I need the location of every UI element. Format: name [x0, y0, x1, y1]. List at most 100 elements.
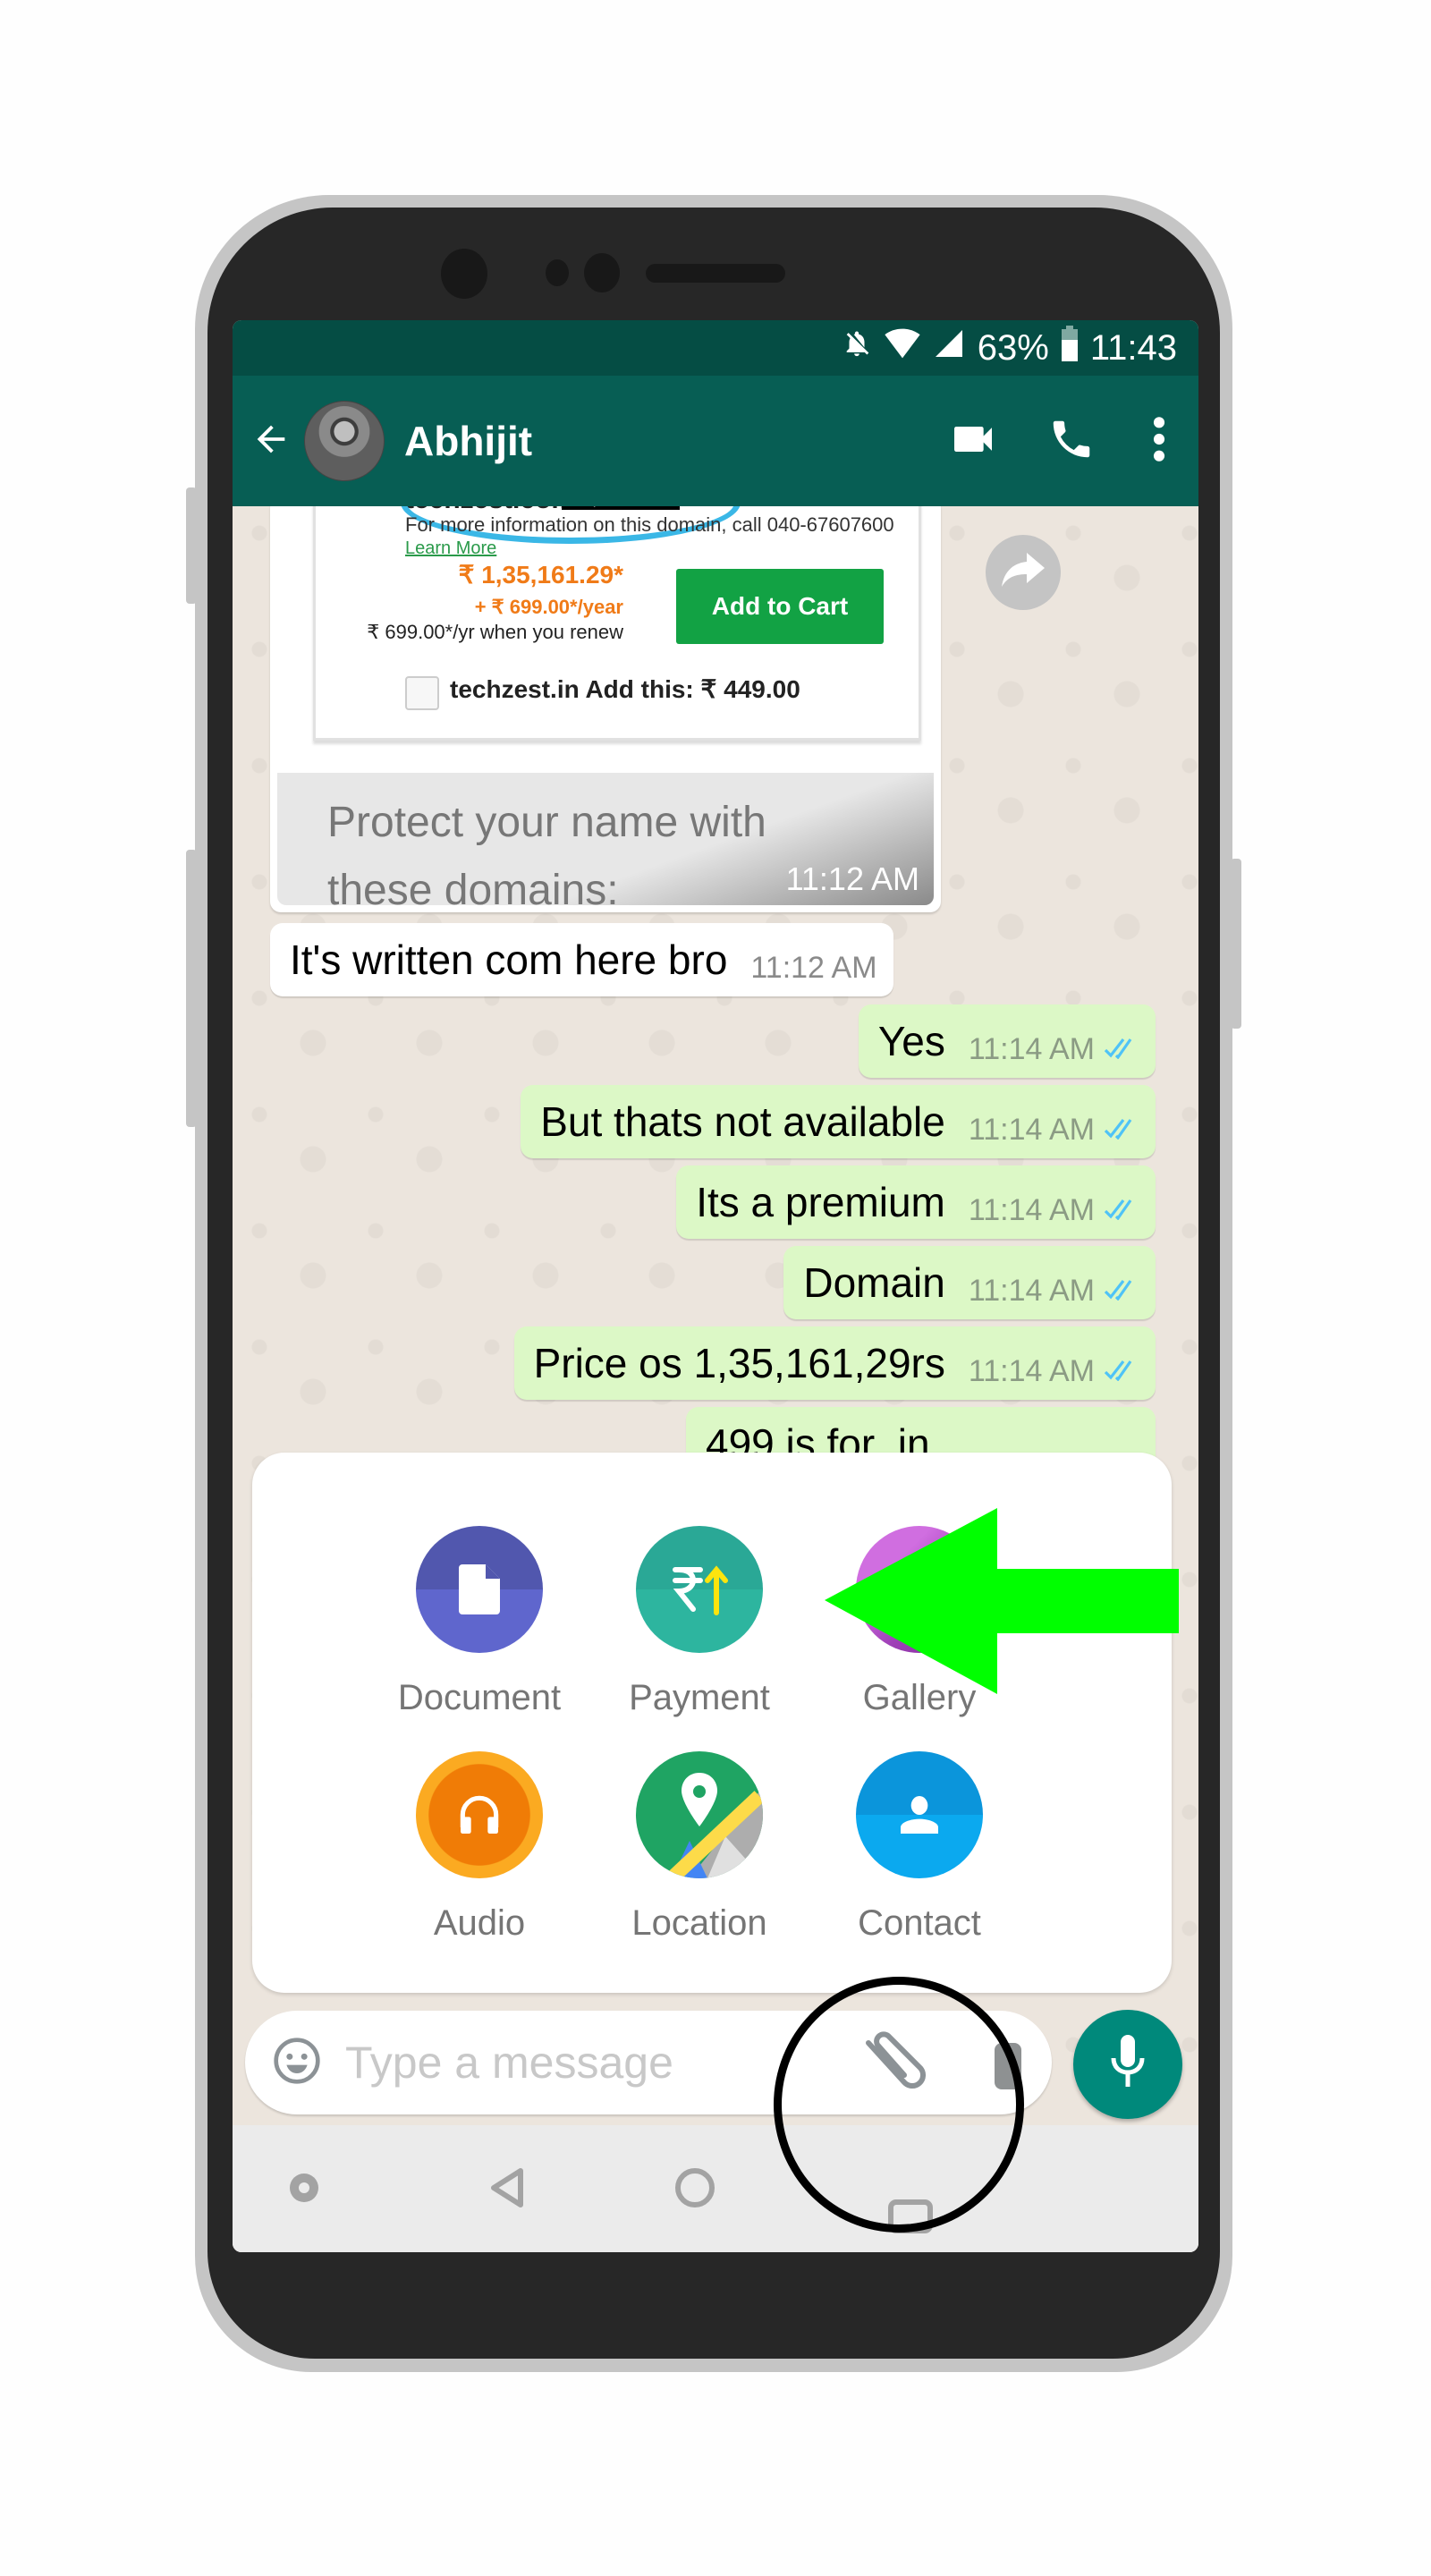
front-camera	[441, 249, 487, 299]
nav-home-button[interactable]	[668, 2163, 722, 2216]
arrow-left-icon	[250, 419, 292, 464]
attach-location-button[interactable]: Location	[610, 1751, 789, 1948]
message-text: Domain	[803, 1259, 945, 1306]
chat-header: Abhijit	[233, 376, 1198, 506]
nav-back-button[interactable]	[479, 2163, 533, 2216]
message-time: 11:14 AM	[968, 1031, 1095, 1066]
message-text: Price os 1,35,161,29rs	[533, 1340, 945, 1386]
message-bubble-outgoing[interactable]: Price os 1,35,161,29rs 11:14 AM	[513, 1326, 1156, 1400]
message-time: 11:14 AM	[968, 1112, 1095, 1147]
domain-info: For more information on this domain, cal…	[405, 513, 894, 536]
message-text: But thats not available	[540, 1098, 945, 1145]
message-time: 11:14 AM	[968, 1273, 1095, 1308]
headphones-icon	[416, 1751, 543, 1878]
voice-call-button[interactable]	[1034, 403, 1109, 479]
message-input[interactable]	[345, 2037, 810, 2089]
message-text: It's written com here bro	[290, 936, 728, 983]
message-time: 11:14 AM	[968, 1192, 1095, 1227]
video-call-icon	[948, 414, 998, 469]
message-text: Yes	[877, 1018, 945, 1064]
renew-price: ₹ 699.00*/yr when you renew	[367, 621, 623, 643]
image-message[interactable]: techzest.com premium For more informatio…	[270, 506, 941, 914]
phone-side-button	[186, 850, 197, 1127]
more-vert-icon	[1150, 414, 1168, 469]
message-time: 11:12 AM	[785, 860, 919, 897]
image-caption: Protect your name with these domains:	[327, 799, 766, 914]
clock: 11:43	[1089, 327, 1177, 368]
sensor	[546, 259, 569, 286]
read-ticks-icon	[1104, 1199, 1139, 1220]
yearly-price: + ₹ 699.00*/year	[474, 596, 623, 618]
nav-back-icon	[488, 2167, 524, 2213]
sensor	[584, 253, 620, 292]
paperclip-icon	[858, 2029, 929, 2097]
read-ticks-icon	[1104, 1118, 1139, 1140]
screenshot-card: techzest.com premium For more informatio…	[313, 506, 921, 741]
message-bubble-outgoing[interactable]: But thats not available 11:14 AM	[521, 1085, 1156, 1158]
mute-bell-icon	[842, 326, 872, 369]
message-bubble-incoming[interactable]: It's written com here bro 11:12 AM	[270, 923, 893, 996]
attach-audio-button[interactable]: Audio	[390, 1751, 569, 1948]
read-ticks-icon	[1104, 1360, 1139, 1381]
message-composer	[245, 2011, 1052, 2114]
image-caption-area: Protect your name with these domains: 11…	[277, 773, 934, 914]
earpiece-speaker	[646, 264, 785, 283]
attach-gallery-button[interactable]: Gallery	[830, 1526, 1009, 1723]
message-time: 11:14 AM	[968, 1353, 1095, 1388]
emoji-button[interactable]	[270, 2036, 324, 2089]
video-call-button[interactable]	[936, 403, 1011, 479]
attach-payment-button[interactable]: Payment	[610, 1526, 789, 1723]
add-this-offer: techzest.in Add this: ₹ 449.00	[450, 675, 800, 703]
attach-button[interactable]	[853, 2027, 934, 2098]
phone-screen: 63% 11:43 Abhijit For more information o…	[233, 320, 1198, 2252]
message-bubble-outgoing[interactable]: Its a premium 11:14 AM	[676, 1165, 1156, 1239]
attach-contact-button[interactable]: Contact	[830, 1751, 1009, 1948]
message-time: 11:12 AM	[750, 950, 877, 985]
wifi-icon	[885, 327, 920, 369]
signal-icon	[933, 327, 965, 369]
contact-name[interactable]: Abhijit	[404, 417, 936, 465]
attach-label: Location	[631, 1903, 767, 1943]
message-bubble-outgoing[interactable]: Yes 11:14 AM	[858, 1004, 1156, 1078]
avatar[interactable]	[304, 401, 385, 481]
attach-label: Contact	[858, 1903, 981, 1943]
nav-dot-icon	[288, 2172, 320, 2208]
gallery-icon	[856, 1526, 983, 1653]
read-ticks-icon	[1104, 1038, 1139, 1059]
voice-record-button[interactable]	[1073, 2010, 1182, 2119]
forward-button[interactable]	[986, 535, 1061, 610]
nav-home-icon	[674, 2167, 716, 2213]
attach-label: Payment	[629, 1678, 770, 1717]
person-icon	[856, 1751, 983, 1878]
more-options-button[interactable]	[1132, 403, 1186, 479]
nav-dot-button[interactable]	[277, 2163, 331, 2216]
domain-price: ₹ 1,35,161.29*	[458, 561, 623, 589]
attach-label: Gallery	[862, 1678, 977, 1717]
learn-more-link: Learn More	[405, 538, 497, 558]
battery-percent: 63%	[977, 327, 1049, 368]
add-to-cart-button: Add to Cart	[676, 569, 884, 644]
attach-label: Audio	[433, 1903, 526, 1943]
attachment-menu: Document Payment Gallery Audio Location …	[252, 1453, 1172, 1993]
system-nav-bar	[233, 2125, 1198, 2252]
microphone-icon	[1110, 2034, 1146, 2095]
phone-icon	[1047, 415, 1096, 468]
back-button[interactable]	[243, 419, 299, 464]
chat-messages[interactable]: techzest.com premium For more informatio…	[233, 506, 1198, 2252]
rupee-send-icon	[636, 1526, 763, 1653]
forward-icon	[1000, 552, 1046, 593]
camera-button[interactable]	[995, 2043, 1021, 2089]
phone-side-button	[186, 487, 197, 604]
status-bar: 63% 11:43	[233, 320, 1198, 376]
battery-icon	[1061, 326, 1078, 370]
attach-document-button[interactable]: Document	[390, 1526, 569, 1723]
checkbox	[405, 676, 439, 710]
nav-recents-button[interactable]	[884, 2191, 937, 2245]
nav-recents-icon	[887, 2199, 934, 2239]
message-bubble-outgoing[interactable]: Domain 11:14 AM	[783, 1246, 1156, 1319]
phone-side-button	[1231, 859, 1241, 1029]
attach-label: Document	[397, 1678, 562, 1717]
location-pin-icon	[636, 1751, 763, 1878]
premium-badge: premium	[562, 506, 680, 510]
read-ticks-icon	[1104, 1279, 1139, 1301]
